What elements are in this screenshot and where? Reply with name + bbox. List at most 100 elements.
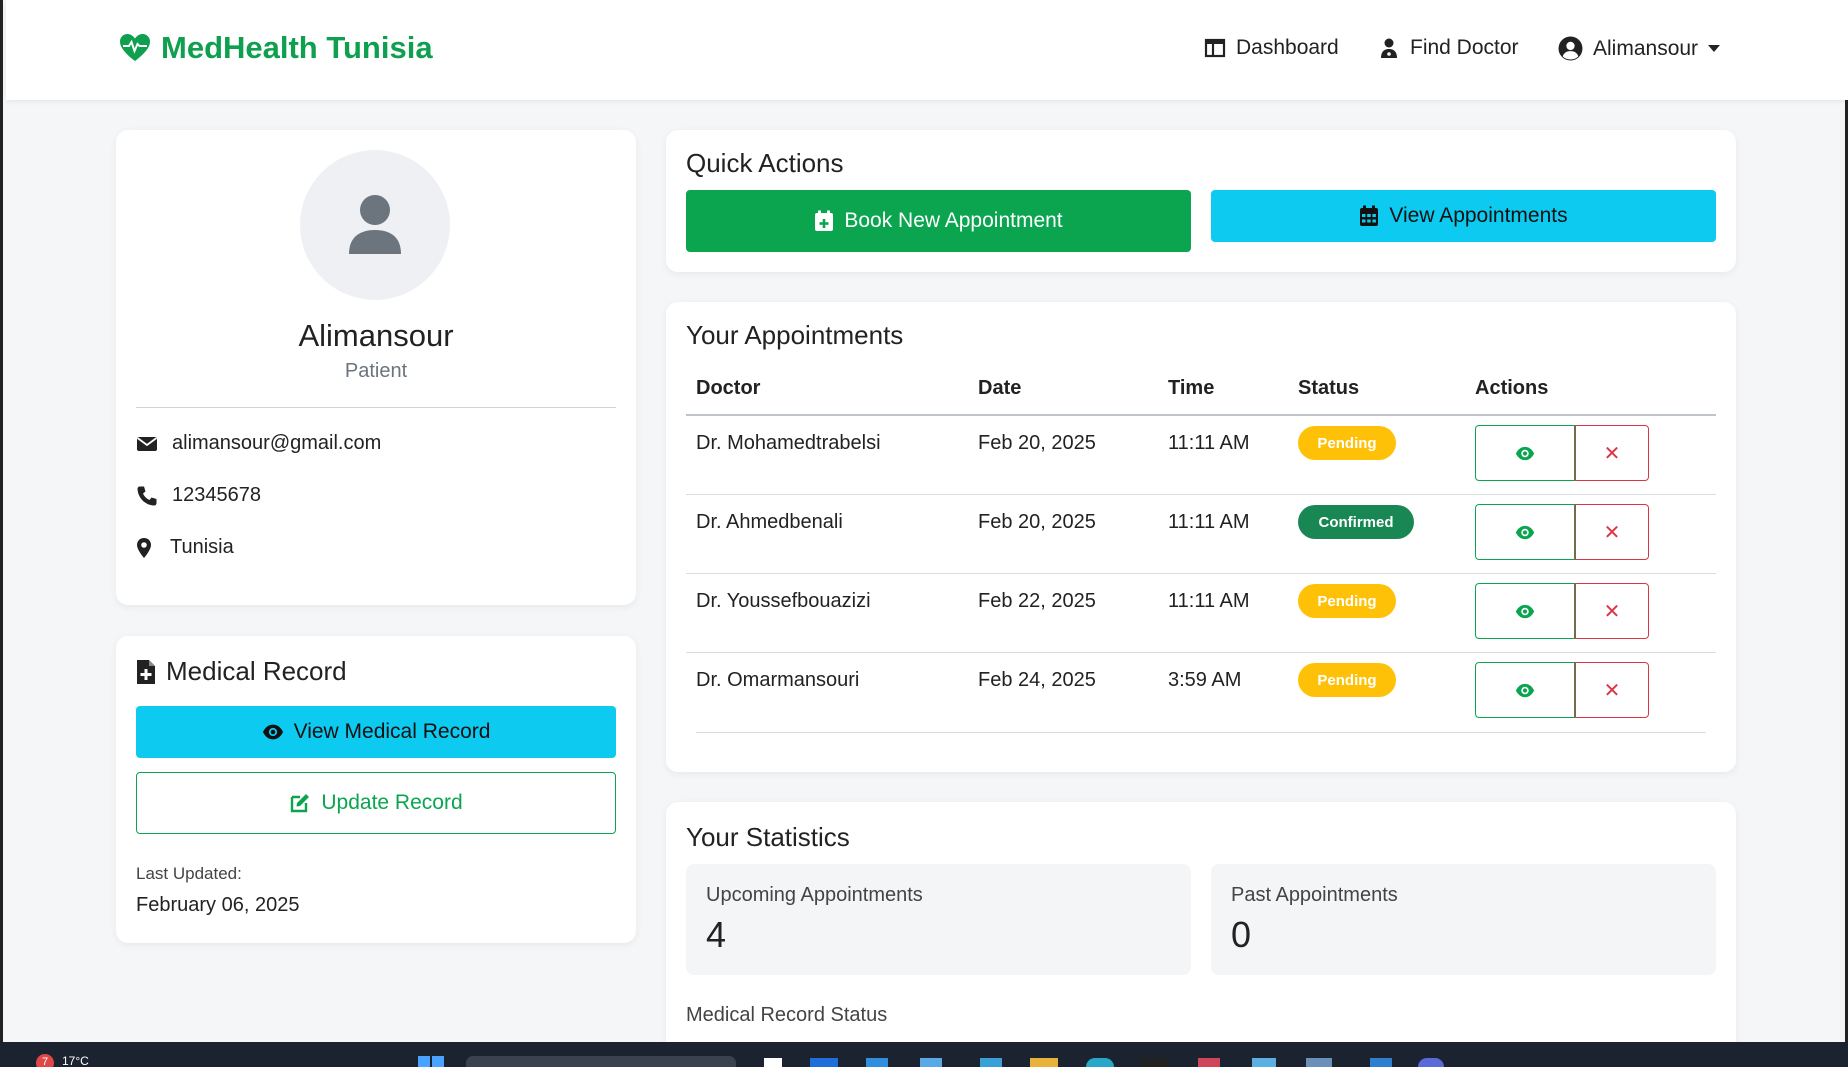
last-updated-label: Last Updated: bbox=[136, 864, 242, 883]
user-silhouette-icon bbox=[349, 195, 401, 254]
update-record-label: Update Record bbox=[321, 791, 463, 814]
view-medical-record-label: View Medical Record bbox=[293, 720, 491, 743]
row-doctor: Dr. Omarmansouri bbox=[696, 669, 860, 691]
taskbar-app-icon[interactable] bbox=[1252, 1058, 1276, 1067]
statistics-card: Your Statistics Upcoming Appointments 4 … bbox=[666, 802, 1736, 1062]
taskbar-search-box[interactable] bbox=[466, 1056, 736, 1067]
cancel-appointment-button[interactable]: ✕ bbox=[1575, 425, 1649, 481]
profile-location: Tunisia bbox=[170, 536, 234, 558]
profile-divider bbox=[136, 407, 616, 408]
dashboard-icon bbox=[1204, 38, 1226, 58]
past-appointments-value: 0 bbox=[1231, 914, 1252, 955]
view-appointment-button[interactable] bbox=[1475, 583, 1575, 639]
eye-icon bbox=[1515, 683, 1535, 697]
taskbar-app-icon[interactable] bbox=[866, 1058, 888, 1067]
start-icon[interactable] bbox=[418, 1056, 430, 1067]
row-time: 11:11 AM bbox=[1168, 511, 1250, 533]
status-badge: Pending bbox=[1298, 663, 1396, 697]
taskbar-app-icon[interactable] bbox=[1306, 1058, 1332, 1067]
row-doctor: Dr. Youssefbouazizi bbox=[696, 590, 871, 612]
view-appointment-button[interactable] bbox=[1475, 662, 1575, 718]
eye-icon bbox=[262, 724, 283, 740]
col-header-doctor: Doctor bbox=[696, 377, 761, 399]
row-divider bbox=[686, 494, 1716, 495]
book-new-appointment-button[interactable]: Book New Appointment bbox=[686, 190, 1191, 252]
past-appointments-label: Past Appointments bbox=[1231, 884, 1398, 906]
taskbar-app-icon[interactable] bbox=[1418, 1058, 1444, 1067]
start-icon[interactable] bbox=[432, 1056, 444, 1067]
medical-record-card: Medical Record View Medical Record Updat… bbox=[116, 636, 636, 943]
row-doctor: Dr. Mohamedtrabelsi bbox=[696, 432, 881, 454]
statistics-title: Your Statistics bbox=[686, 822, 850, 852]
taskbar-app-icon[interactable] bbox=[920, 1058, 942, 1067]
last-updated-value: February 06, 2025 bbox=[136, 894, 300, 916]
taskbar-app-icon[interactable] bbox=[1086, 1058, 1114, 1067]
profile-name: Alimansour bbox=[298, 318, 454, 353]
col-header-status: Status bbox=[1298, 377, 1360, 399]
appointments-card: Your Appointments Doctor Date Time Statu… bbox=[666, 302, 1736, 772]
nav-find-doctor[interactable]: Find Doctor bbox=[1378, 36, 1519, 60]
row-divider bbox=[696, 732, 1706, 733]
taskbar-app-icon[interactable] bbox=[1370, 1058, 1392, 1067]
brand-logo[interactable]: MedHealth Tunisia bbox=[119, 30, 433, 66]
phone-icon bbox=[137, 486, 157, 505]
profile-phone: 12345678 bbox=[172, 484, 261, 506]
user-menu-dropdown[interactable]: Alimansour bbox=[1558, 36, 1721, 61]
upcoming-appointments-stat: Upcoming Appointments 4 bbox=[686, 864, 1191, 975]
caret-down-icon bbox=[1708, 44, 1721, 52]
close-icon: ✕ bbox=[1603, 442, 1621, 465]
brand-name: MedHealth Tunisia bbox=[161, 30, 433, 65]
calendar-icon bbox=[1360, 205, 1379, 226]
doctor-icon bbox=[1381, 38, 1397, 58]
row-date: Feb 20, 2025 bbox=[978, 511, 1096, 533]
row-time: 11:11 AM bbox=[1168, 432, 1250, 454]
taskbar-app-icon[interactable] bbox=[764, 1058, 782, 1067]
profile-email-row: alimansour@gmail.com bbox=[136, 432, 381, 455]
nav-dashboard[interactable]: Dashboard bbox=[1204, 36, 1339, 60]
envelope-icon bbox=[136, 436, 158, 451]
row-time: 3:59 AM bbox=[1168, 669, 1242, 691]
close-icon: ✕ bbox=[1603, 521, 1621, 544]
nav-dashboard-label: Dashboard bbox=[1236, 36, 1339, 59]
weather-badge: 7 bbox=[36, 1054, 54, 1067]
taskbar-app-icon[interactable] bbox=[1140, 1058, 1168, 1067]
view-appointment-button[interactable] bbox=[1475, 504, 1575, 560]
calendar-plus-icon bbox=[815, 210, 834, 231]
cancel-appointment-button[interactable]: ✕ bbox=[1575, 662, 1649, 718]
quick-actions-card: Quick Actions Book New Appointment View … bbox=[666, 130, 1736, 272]
view-appointments-button[interactable]: View Appointments bbox=[1211, 190, 1716, 242]
cancel-appointment-button[interactable]: ✕ bbox=[1575, 583, 1649, 639]
taskbar-app-icon[interactable] bbox=[1030, 1058, 1058, 1067]
row-doctor: Dr. Ahmedbenali bbox=[696, 511, 843, 533]
user-menu-label: Alimansour bbox=[1593, 36, 1699, 60]
appointments-title: Your Appointments bbox=[686, 320, 904, 350]
medical-record-status-label: Medical Record Status bbox=[686, 1004, 888, 1026]
row-date: Feb 24, 2025 bbox=[978, 669, 1096, 691]
medical-record-title: Medical Record bbox=[166, 656, 347, 686]
nav-find-doctor-label: Find Doctor bbox=[1410, 36, 1519, 59]
view-appointments-label: View Appointments bbox=[1389, 204, 1568, 227]
update-record-button[interactable]: Update Record bbox=[136, 772, 616, 834]
past-appointments-stat: Past Appointments 0 bbox=[1211, 864, 1716, 975]
col-header-time: Time bbox=[1168, 377, 1215, 399]
view-medical-record-button[interactable]: View Medical Record bbox=[136, 706, 616, 758]
close-icon: ✕ bbox=[1603, 600, 1621, 623]
row-date: Feb 20, 2025 bbox=[978, 432, 1096, 454]
cancel-appointment-button[interactable]: ✕ bbox=[1575, 504, 1649, 560]
heart-pulse-icon bbox=[120, 34, 150, 61]
eye-icon bbox=[1515, 446, 1535, 460]
taskbar-app-icon[interactable] bbox=[1198, 1058, 1220, 1067]
quick-actions-title: Quick Actions bbox=[686, 148, 844, 178]
medical-record-header: Medical Record bbox=[136, 656, 347, 687]
map-pin-icon bbox=[137, 537, 151, 558]
taskbar-app-icon[interactable] bbox=[810, 1058, 838, 1067]
status-badge: Confirmed bbox=[1298, 505, 1414, 539]
view-appointment-button[interactable] bbox=[1475, 425, 1575, 481]
row-date: Feb 22, 2025 bbox=[978, 590, 1096, 612]
edit-icon bbox=[291, 794, 310, 813]
upcoming-appointments-label: Upcoming Appointments bbox=[706, 884, 923, 906]
profile-email: alimansour@gmail.com bbox=[172, 432, 382, 454]
profile-phone-row: 12345678 bbox=[136, 484, 261, 507]
close-icon: ✕ bbox=[1603, 679, 1621, 702]
taskbar-app-icon[interactable] bbox=[980, 1058, 1002, 1067]
